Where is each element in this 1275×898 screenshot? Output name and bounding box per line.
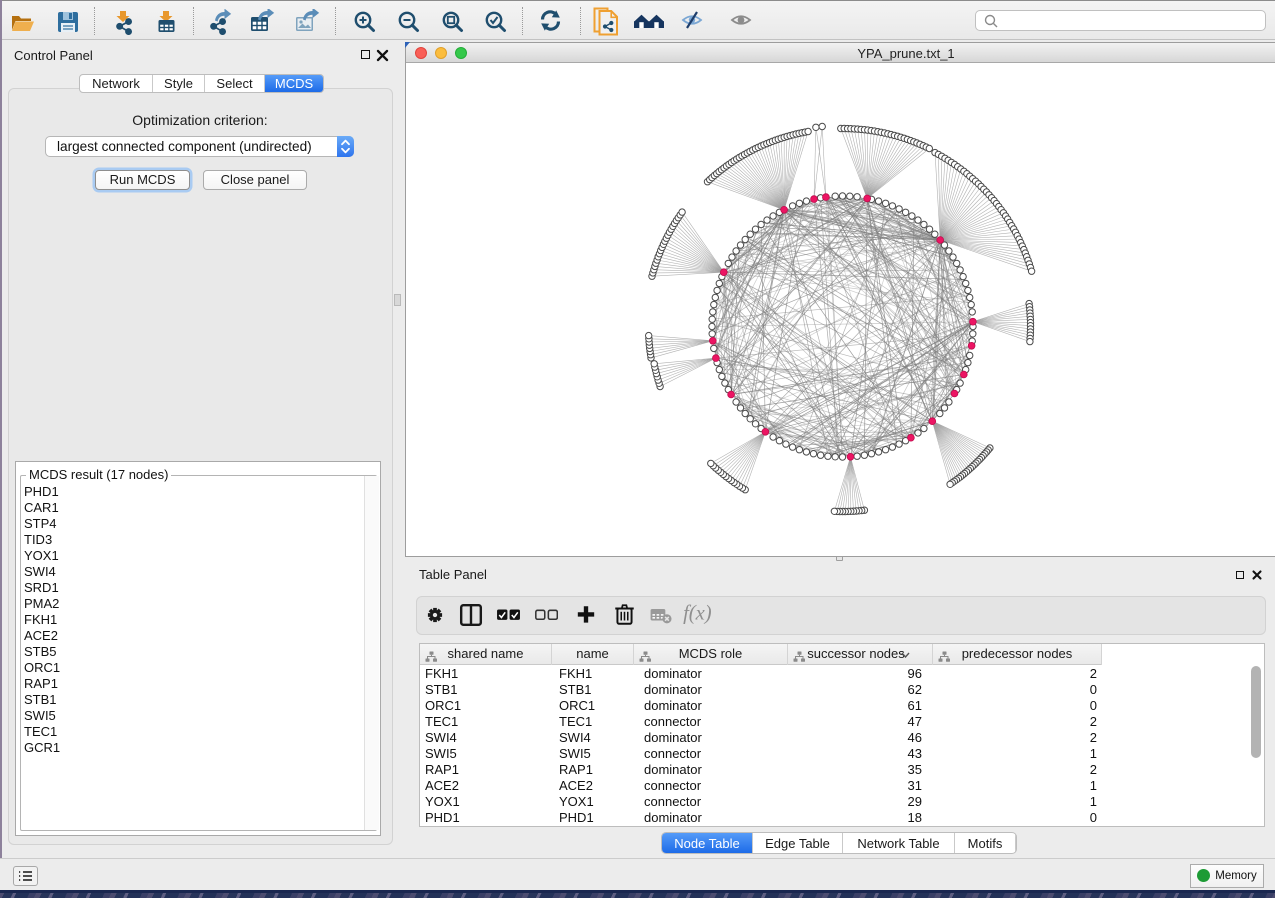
svg-text:f(x): f(x): [683, 602, 712, 624]
